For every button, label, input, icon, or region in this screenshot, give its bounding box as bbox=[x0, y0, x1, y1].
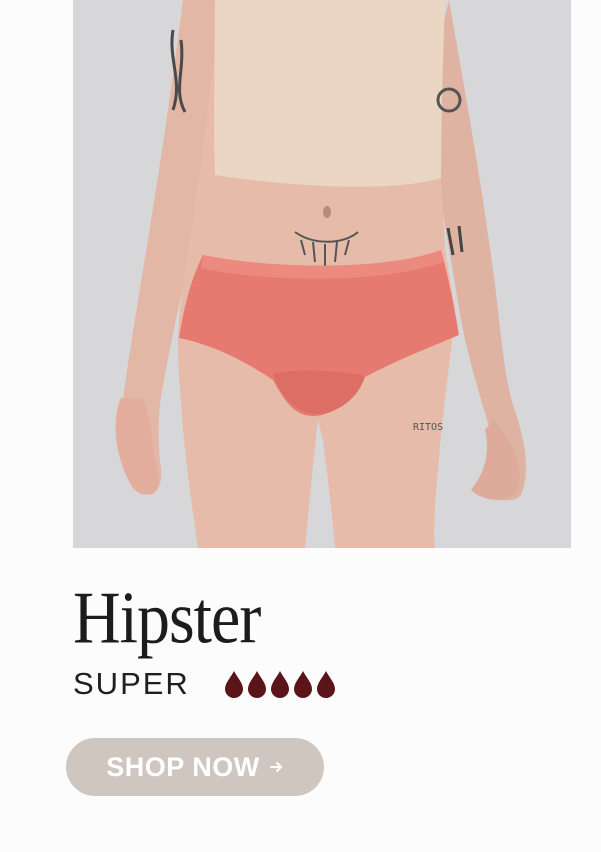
drop-icon bbox=[224, 671, 243, 698]
drop-icon bbox=[270, 671, 289, 698]
absorbency-label: SUPER bbox=[73, 666, 190, 701]
svg-text:RITOS: RITOS bbox=[413, 422, 443, 433]
shop-now-label: SHOP NOW bbox=[106, 751, 260, 782]
absorbency-rating: SUPER bbox=[73, 666, 336, 702]
model-wearing-hipster-image: RITOS bbox=[73, 0, 571, 548]
product-photo[interactable]: RITOS bbox=[73, 0, 571, 548]
drop-icon bbox=[293, 671, 312, 698]
shop-now-button[interactable]: SHOP NOW bbox=[66, 738, 324, 796]
product-title: Hipster bbox=[73, 577, 261, 660]
absorbency-drops bbox=[224, 670, 336, 698]
drop-icon bbox=[316, 671, 335, 698]
arrow-right-icon bbox=[269, 762, 282, 772]
drop-icon bbox=[247, 671, 266, 698]
